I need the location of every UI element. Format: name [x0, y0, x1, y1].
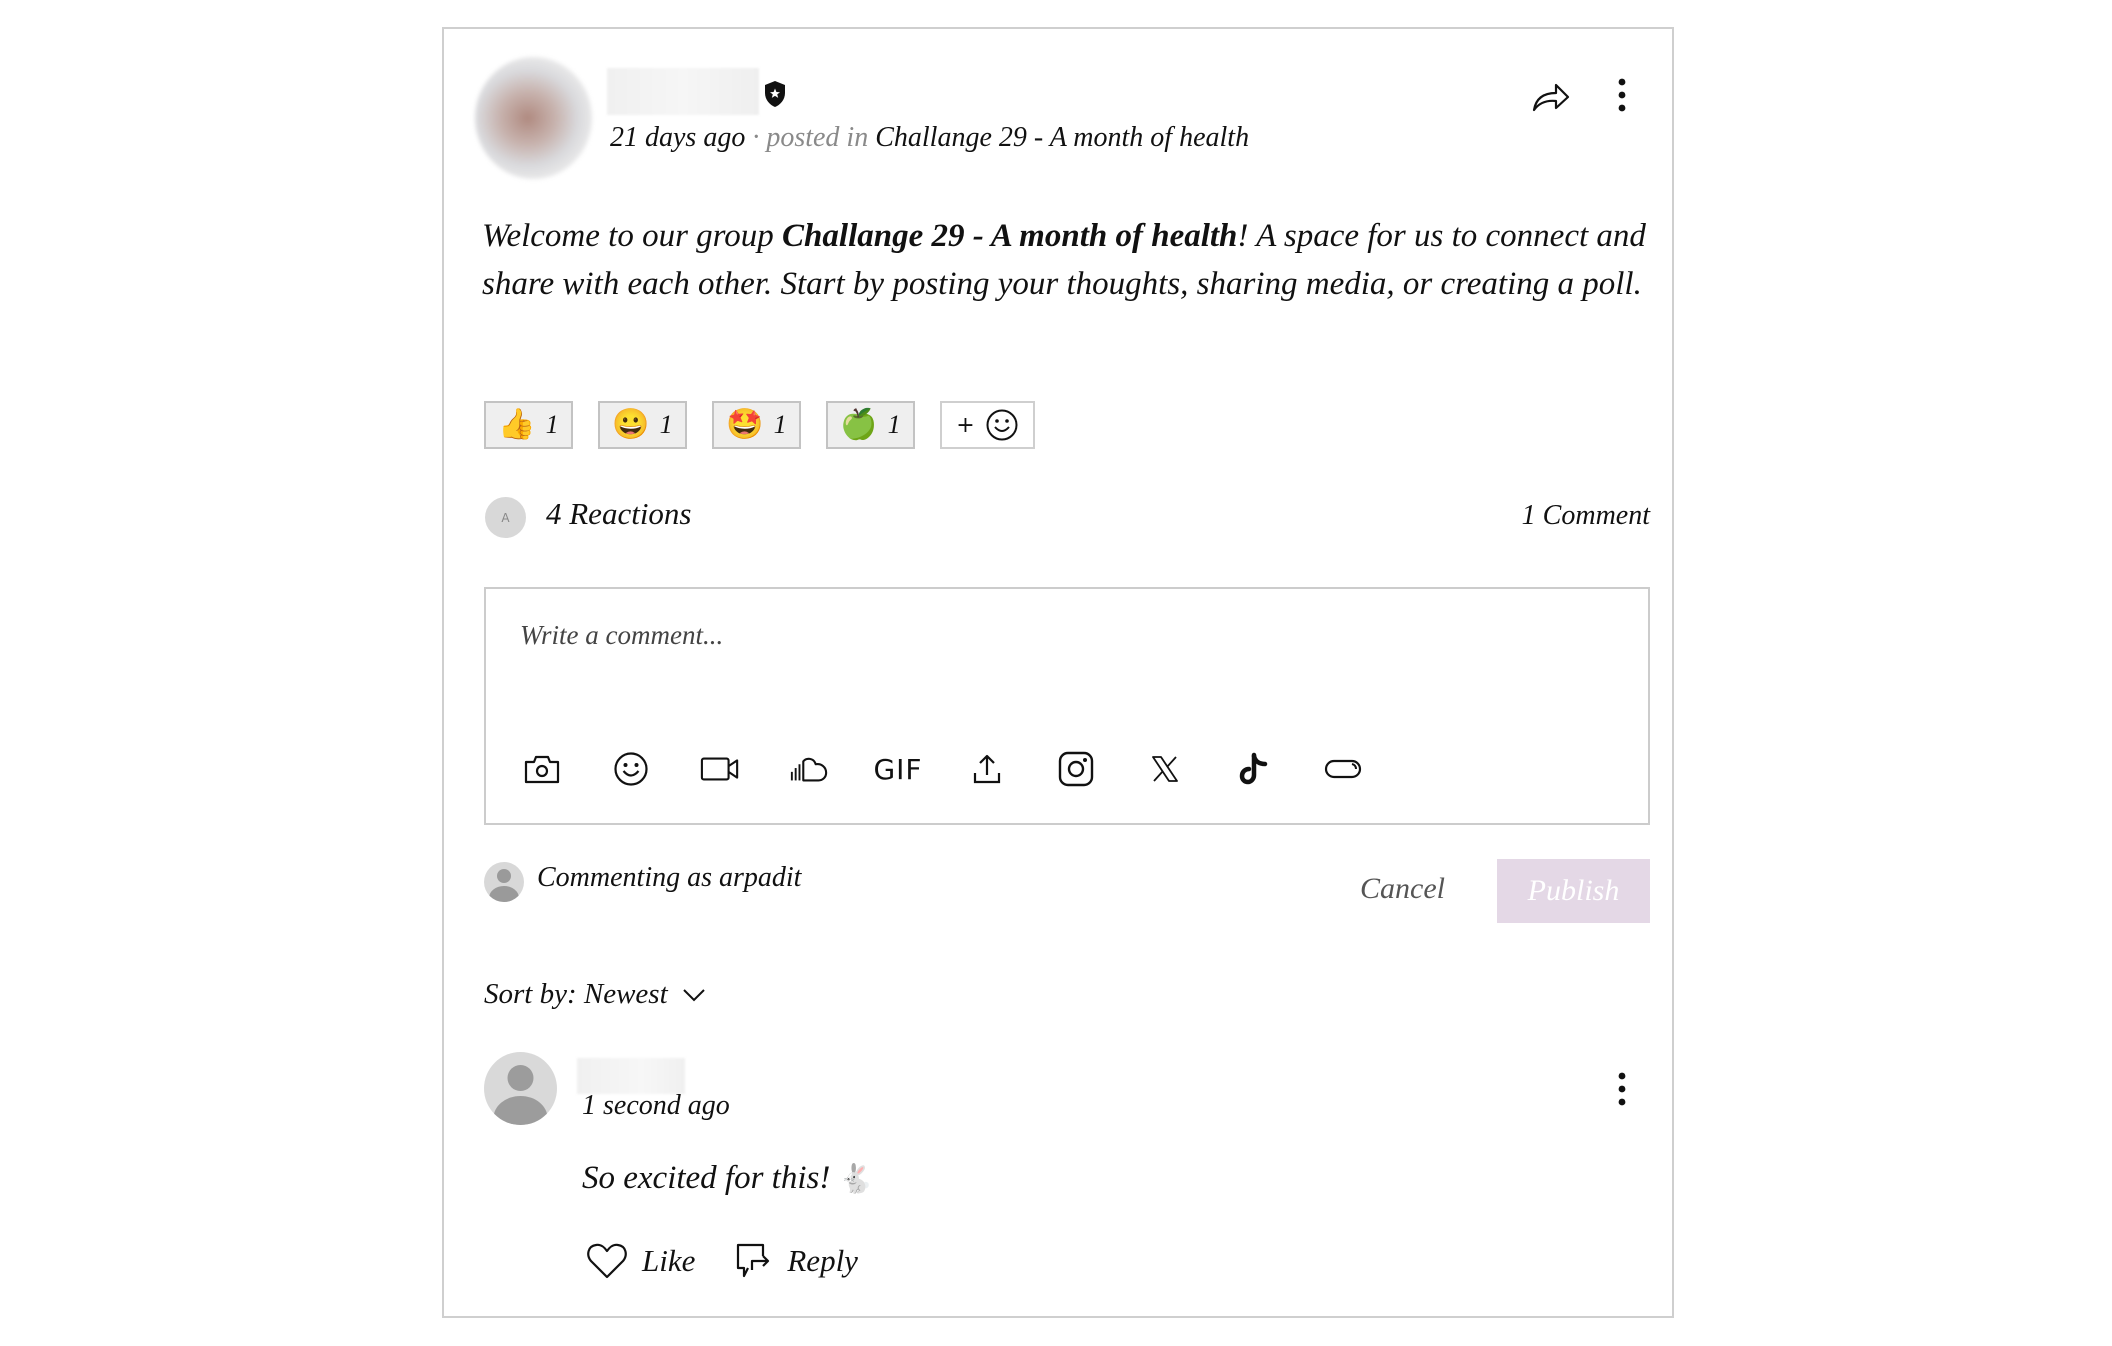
post-body-prefix: Welcome to our group [482, 218, 783, 254]
cancel-button[interactable]: Cancel [1360, 872, 1445, 906]
post-meta: 21 days ago · posted in Challange 29 - A… [610, 122, 1249, 154]
camera-icon [524, 755, 560, 784]
green-apple-icon: 🍏 [840, 408, 878, 441]
reaction-chip-star-struck[interactable]: 🤩 1 [712, 401, 801, 449]
post-more-options-icon[interactable] [1614, 76, 1630, 116]
reaction-chip-green-apple[interactable]: 🍏 1 [826, 401, 915, 449]
gif-button[interactable]: GIF [873, 749, 921, 789]
group-link[interactable]: Challange 29 - A month of health [875, 122, 1249, 153]
reply-label: Reply [787, 1243, 858, 1278]
reaction-count: 1 [773, 410, 787, 439]
commenting-as-label: Commenting as arpadit [537, 862, 802, 893]
post-timestamp: 21 days ago [610, 122, 746, 153]
soundcloud-icon [790, 757, 828, 782]
reaction-count: 1 [545, 410, 559, 439]
upload-icon [973, 754, 1001, 784]
reaction-chips: 👍 1 😀 1 🤩 1 🍏 1 + [484, 401, 1035, 449]
smiley-icon [986, 409, 1018, 441]
comment-actions: Like Reply [586, 1242, 858, 1280]
instagram-button[interactable] [1056, 749, 1096, 789]
post-body: Welcome to our group Challange 29 - A mo… [482, 212, 1652, 308]
like-label: Like [642, 1243, 696, 1278]
comment-more-options-icon[interactable] [1614, 1070, 1630, 1110]
author-name-blurred[interactable] [607, 68, 759, 115]
reaction-chip-thumbs-up[interactable]: 👍 1 [484, 401, 573, 449]
author-avatar[interactable] [475, 57, 592, 179]
comment-input[interactable] [518, 619, 1602, 652]
post-body-group-name: Challange 29 - A month of health [782, 218, 1238, 254]
upload-button[interactable] [967, 749, 1007, 789]
comment-timestamp: 1 second ago [582, 1090, 730, 1121]
instagram-icon [1058, 751, 1094, 787]
thumbs-up-icon: 👍 [498, 408, 536, 441]
share-icon[interactable] [1530, 80, 1572, 116]
sort-label: Sort by: Newest [484, 978, 668, 1010]
plus-icon: + [956, 412, 975, 438]
chevron-down-icon [682, 988, 705, 1001]
commenter-avatar[interactable] [484, 1052, 557, 1125]
comment-count-link[interactable]: 1 Comment [1522, 500, 1650, 532]
video-icon [700, 757, 739, 781]
x-button[interactable] [1145, 749, 1185, 789]
emoji-icon [614, 752, 648, 786]
rabbit-icon: 🐇 [838, 1164, 874, 1195]
add-reaction-button[interactable]: + [940, 401, 1035, 449]
reply-icon [737, 1243, 770, 1278]
embed-link-icon [1324, 759, 1362, 779]
tiktok-icon [1239, 752, 1268, 785]
reaction-count: 1 [659, 410, 673, 439]
admin-badge-icon [765, 81, 785, 107]
like-button[interactable]: Like [586, 1242, 695, 1280]
meta-separator: · [745, 122, 767, 153]
tiktok-button[interactable] [1234, 749, 1274, 789]
reaction-chip-grinning-face[interactable]: 😀 1 [598, 401, 687, 449]
heart-icon [587, 1243, 627, 1279]
x-twitter-icon [1152, 756, 1178, 782]
reactions-summary-link[interactable]: 4 Reactions [546, 496, 692, 532]
emoji-button[interactable] [611, 749, 651, 789]
commenter-name-blurred[interactable] [577, 1058, 685, 1094]
sort-dropdown[interactable]: Sort by: Newest [484, 978, 706, 1011]
reaction-count: 1 [887, 410, 901, 439]
camera-button[interactable] [522, 749, 562, 789]
star-struck-icon: 🤩 [726, 408, 764, 441]
posted-in-label: posted in [766, 122, 876, 153]
composer-toolbar: GIF [522, 749, 1363, 789]
publish-button[interactable]: Publish [1497, 859, 1650, 923]
comment-text-content: So excited for this! [582, 1160, 839, 1196]
grinning-face-icon: 😀 [612, 408, 650, 441]
comment-text: So excited for this! 🐇 [582, 1160, 873, 1197]
reply-button[interactable]: Reply [735, 1242, 858, 1280]
comment-composer: GIF [484, 587, 1650, 825]
current-user-avatar [484, 862, 524, 902]
embed-button[interactable] [1323, 749, 1363, 789]
video-button[interactable] [700, 749, 740, 789]
reactor-avatar[interactable]: A [485, 497, 526, 538]
soundcloud-button[interactable] [789, 749, 829, 789]
